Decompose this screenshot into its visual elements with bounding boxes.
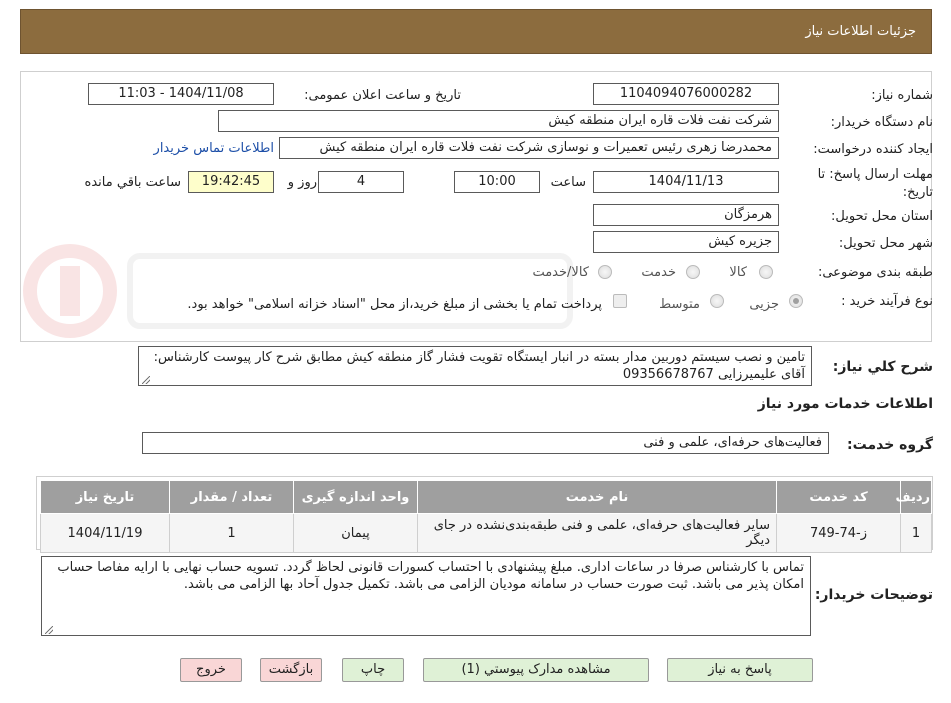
announce-field: 1404/11/08 - 11:03 (88, 83, 274, 105)
requester-label: ایجاد کننده درخواست: (813, 142, 933, 157)
col-header-date: تاریخ نیاز (40, 480, 170, 514)
buyer-notes-textarea: تماس با کارشناس صرفا در ساعات اداری. مبل… (41, 556, 811, 636)
process-label: نوع فرآیند خرید : (841, 294, 933, 309)
buyer-org-label: نام دستگاه خریدار: (830, 115, 933, 130)
cell-name: سایر فعالیت‌های حرفه‌ای، علمی و فنی طبقه… (417, 513, 777, 553)
process-minor-radio[interactable] (789, 294, 803, 308)
reply-button[interactable]: پاسخ به نیاز (667, 658, 813, 682)
city-field: جزیره کیش (593, 231, 779, 253)
province-label: استان محل تحویل: (831, 209, 933, 224)
description-text: تامین و نصب سیستم دوربین مدار بسته در ان… (153, 350, 805, 382)
province-field: هرمزگان (593, 204, 779, 226)
category-goods-service-label: کالا/خدمت (532, 265, 589, 280)
deadline-date-field: 1404/11/13 (593, 171, 779, 193)
deadline-time-label: ساعت (550, 175, 586, 190)
buyer-notes-label: توضیحات خریدار: (814, 587, 933, 603)
category-label: طبقه بندی موضوعی: (817, 265, 933, 280)
view-attachments-button[interactable]: مشاهده مدارک پیوستي (1) (423, 658, 649, 682)
cell-row-number: 1 (900, 513, 932, 553)
services-section-title: اطلاعات خدمات مورد نياز (757, 396, 933, 412)
category-goods-service-radio[interactable] (598, 265, 612, 279)
table-row: 1 ز-74-749 سایر فعالیت‌های حرفه‌ای، علمی… (40, 513, 932, 553)
services-table-frame: ردیف کد خدمت نام خدمت واحد اندازه گیری ت… (36, 476, 933, 553)
treasury-payment-checkbox[interactable] (613, 294, 627, 308)
exit-button[interactable]: خروج (180, 658, 242, 682)
service-group-field: فعالیت‌های حرفه‌ای، علمی و فنی (142, 432, 829, 454)
need-number-field: 1104094076000282 (593, 83, 779, 105)
deadline-label: مهلت ارسال پاسخ: تا تاریخ: (817, 167, 933, 200)
process-minor-label: جزیی (749, 297, 779, 312)
announce-label: تاریخ و ساعت اعلان عمومی: (304, 88, 461, 103)
category-service-radio[interactable] (686, 265, 700, 279)
days-label: روز و (287, 175, 317, 190)
need-number-label: شماره نیاز: (871, 88, 933, 103)
col-header-unit: واحد اندازه گیری (293, 480, 418, 514)
deadline-time-field: 10:00 (454, 171, 540, 193)
resize-handle-icon[interactable] (45, 626, 53, 634)
page-header: جزئیات اطلاعات نیاز (20, 9, 932, 54)
category-goods-label: کالا (729, 265, 747, 280)
service-group-label: گروه خدمت: (847, 437, 933, 453)
category-goods-radio[interactable] (759, 265, 773, 279)
table-header-row: ردیف کد خدمت نام خدمت واحد اندازه گیری ت… (40, 480, 932, 514)
cell-date: 1404/11/19 (40, 513, 170, 553)
buyer-org-field: شرکت نفت فلات قاره ایران منطقه کیش (218, 110, 779, 132)
process-medium-label: متوسط (659, 297, 700, 312)
description-textarea: تامین و نصب سیستم دوربین مدار بسته در ان… (138, 346, 812, 386)
col-header-qty: تعداد / مقدار (169, 480, 294, 514)
col-header-row-number: ردیف (895, 480, 932, 514)
category-service-label: خدمت (641, 265, 676, 280)
cell-qty: 1 (169, 513, 294, 553)
print-button[interactable]: چاپ (342, 658, 404, 682)
days-remaining-field: 4 (318, 171, 404, 193)
services-table: ردیف کد خدمت نام خدمت واحد اندازه گیری ت… (40, 480, 932, 553)
col-header-code: کد خدمت (776, 480, 901, 514)
resize-handle-icon[interactable] (142, 376, 150, 384)
description-label: شرح کلي نياز: (832, 359, 933, 375)
buyer-notes-text: تماس با کارشناس صرفا در ساعات اداری. مبل… (57, 560, 804, 592)
process-medium-radio[interactable] (710, 294, 724, 308)
col-header-name: نام خدمت (417, 480, 777, 514)
remaining-time-label: ساعت باقي مانده (84, 175, 181, 190)
cell-unit: پیمان (293, 513, 418, 553)
cell-code: ز-74-749 (776, 513, 901, 553)
treasury-payment-note: پرداخت تمام یا بخشی از مبلغ خرید،از محل … (187, 297, 602, 312)
page-title: جزئیات اطلاعات نیاز (805, 24, 916, 39)
city-label: شهر محل تحویل: (838, 236, 933, 251)
buyer-contact-link[interactable]: اطلاعات تماس خریدار (154, 141, 274, 156)
requester-field: محمدرضا زهری رئیس تعمیرات و نوسازی شرکت … (279, 137, 779, 159)
remaining-time-field: 19:42:45 (188, 171, 274, 193)
back-button[interactable]: بازگشت (260, 658, 322, 682)
